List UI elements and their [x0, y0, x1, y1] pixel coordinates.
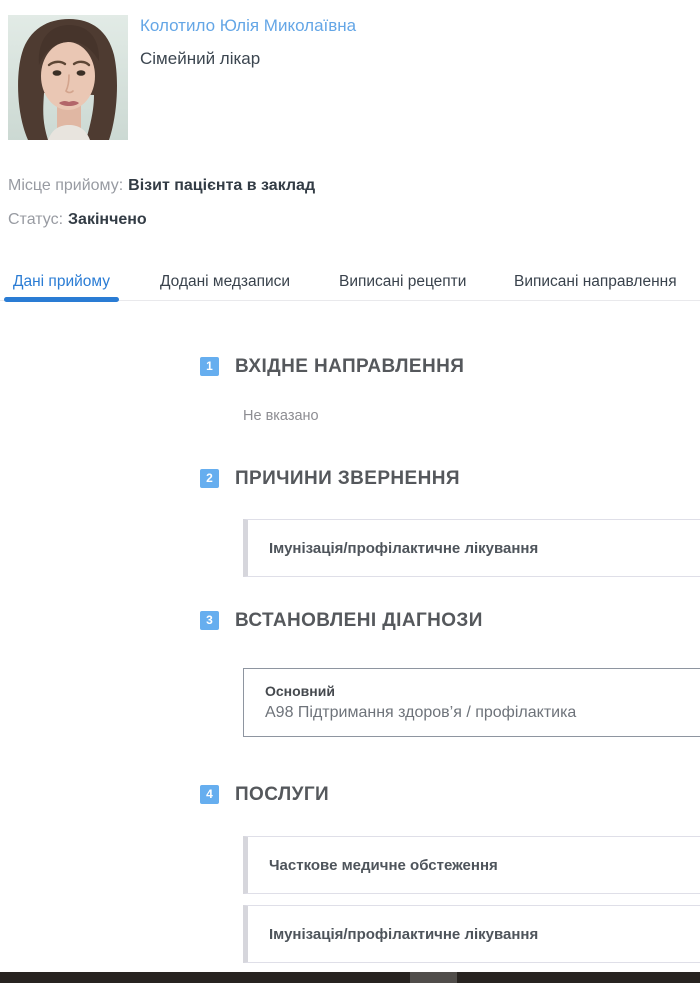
section-number-badge: 4 — [200, 785, 219, 804]
section-title: ВСТАНОВЛЕНІ ДІАГНОЗИ — [235, 610, 483, 631]
doctor-name-link[interactable]: Колотило Юлія Миколаївна — [140, 14, 356, 38]
section-title: ВХІДНЕ НАПРАВЛЕННЯ — [235, 356, 465, 377]
bottom-scrollbar-thumb[interactable] — [410, 972, 457, 983]
diagnosis-text: A98 Підтримання здоров’я / профілактика — [265, 704, 577, 721]
service-text: Часткове медичне обстеження — [269, 856, 498, 874]
status-label: Статус: — [8, 211, 64, 228]
tab-added-medrecords[interactable]: Додані медзаписи — [160, 273, 290, 291]
diagnosis-card: Основний A98 Підтримання здоров’я / проф… — [243, 668, 700, 737]
service-text: Імунізація/профілактичне лікування — [269, 925, 539, 943]
tab-bar: Дані прийому Додані медзаписи Виписані р… — [0, 268, 700, 302]
doctor-photo — [8, 15, 128, 140]
visit-details-page: Колотило Юлія Миколаївна Сімейний лікар … — [0, 0, 700, 983]
section-incoming-referral-header: 1 ВХІДНЕ НАПРАВЛЕННЯ — [200, 357, 464, 377]
place-value: Візит пацієнта в заклад — [128, 177, 316, 194]
service-card: Імунізація/профілактичне лікування — [243, 905, 700, 963]
section-title: ПРИЧИНИ ЗВЕРНЕННЯ — [235, 468, 460, 489]
reason-text: Імунізація/профілактичне лікування — [269, 539, 539, 557]
section-number-badge: 2 — [200, 469, 219, 488]
section-reasons-header: 2 ПРИЧИНИ ЗВЕРНЕННЯ — [200, 469, 460, 489]
section-number-badge: 1 — [200, 357, 219, 376]
status-value: Закінчено — [68, 211, 147, 228]
place-row: Місце прийому: Візит пацієнта в заклад — [8, 175, 315, 197]
status-row: Статус: Закінчено — [8, 209, 147, 231]
diagnosis-type-label: Основний — [265, 683, 335, 699]
bottom-scrollbar-track — [0, 972, 700, 983]
place-label: Місце прийому: — [8, 177, 124, 194]
active-tab-indicator — [4, 297, 119, 302]
tab-issued-referrals[interactable]: Виписані направлення — [514, 273, 677, 291]
doctor-portrait-image — [8, 15, 128, 140]
doctor-role: Сімейний лікар — [140, 49, 261, 68]
section-services-header: 4 ПОСЛУГИ — [200, 785, 329, 805]
section-diagnoses-header: 3 ВСТАНОВЛЕНІ ДІАГНОЗИ — [200, 611, 483, 631]
section-number-badge: 3 — [200, 611, 219, 630]
tab-visit-data[interactable]: Дані прийому — [13, 273, 110, 291]
referral-empty-text: Не вказано — [243, 408, 319, 424]
tab-issued-prescriptions[interactable]: Виписані рецепти — [339, 273, 466, 291]
section-title: ПОСЛУГИ — [235, 784, 330, 805]
reason-card: Імунізація/профілактичне лікування — [243, 519, 700, 577]
service-card: Часткове медичне обстеження — [243, 836, 700, 894]
